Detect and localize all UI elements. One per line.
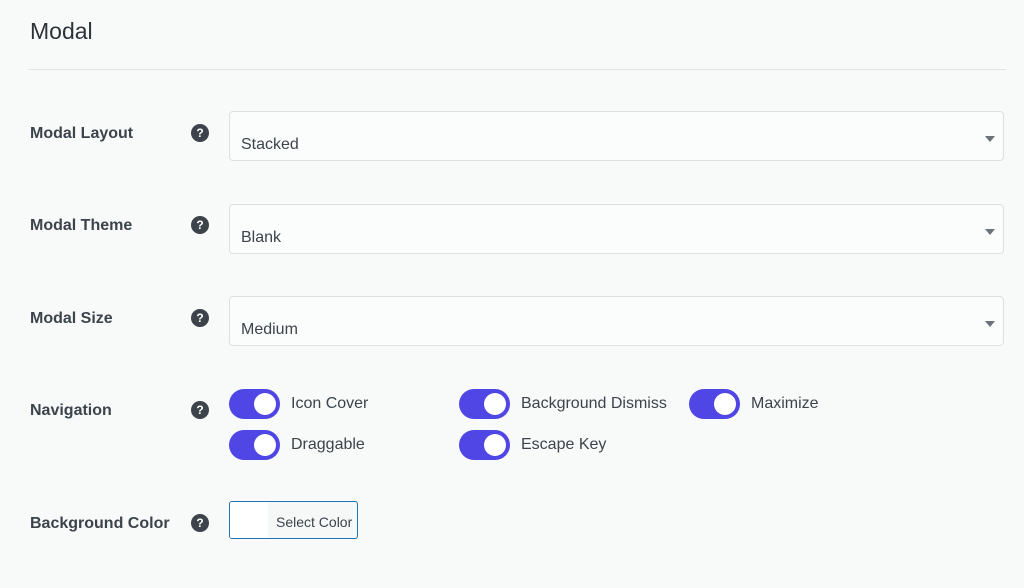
toggle-switch[interactable] xyxy=(459,389,510,419)
question-circle-icon[interactable]: ? xyxy=(191,309,209,327)
toggle-label: Icon Cover xyxy=(291,395,369,412)
modal-size-value: Medium xyxy=(241,321,298,338)
color-swatch[interactable] xyxy=(230,502,268,538)
modal-layout-select[interactable]: Stacked xyxy=(229,111,1004,161)
caret-down-icon xyxy=(985,321,995,327)
toggle-switch[interactable] xyxy=(459,430,510,460)
navigation-label: Navigation xyxy=(30,402,112,419)
section-title: Modal xyxy=(30,18,93,44)
toggle-knob xyxy=(714,393,736,415)
modal-theme-value: Blank xyxy=(241,229,282,246)
toggle-switch[interactable] xyxy=(689,389,740,419)
divider xyxy=(28,69,1006,70)
toggle-knob xyxy=(484,434,506,456)
toggle-label: Escape Key xyxy=(521,436,607,453)
select-color-label: Select Color xyxy=(276,514,353,530)
toggle-knob xyxy=(254,393,276,415)
modal-size-label: Modal Size xyxy=(30,310,113,327)
toggle-label: Maximize xyxy=(751,395,819,412)
background-color-label: Background Color xyxy=(30,515,170,532)
modal-settings-panel: Modal Modal Layout ? Stacked Modal Theme… xyxy=(0,0,1024,588)
modal-theme-label: Modal Theme xyxy=(30,217,133,234)
question-circle-icon[interactable]: ? xyxy=(191,401,209,419)
toggle-knob xyxy=(484,393,506,415)
question-circle-icon[interactable]: ? xyxy=(191,124,209,142)
toggle-label: Background Dismiss xyxy=(521,395,667,412)
modal-theme-select[interactable]: Blank xyxy=(229,204,1004,254)
toggle-label: Draggable xyxy=(291,436,365,453)
question-circle-icon[interactable]: ? xyxy=(191,216,209,234)
modal-layout-value: Stacked xyxy=(241,136,299,153)
modal-size-select[interactable]: Medium xyxy=(229,296,1004,346)
modal-layout-label: Modal Layout xyxy=(30,125,134,142)
toggle-knob xyxy=(254,434,276,456)
select-color-button[interactable]: Select Color xyxy=(229,501,358,539)
caret-down-icon xyxy=(985,136,995,142)
toggle-switch[interactable] xyxy=(229,389,280,419)
caret-down-icon xyxy=(985,229,995,235)
toggle-switch[interactable] xyxy=(229,430,280,460)
question-circle-icon[interactable]: ? xyxy=(191,514,209,532)
